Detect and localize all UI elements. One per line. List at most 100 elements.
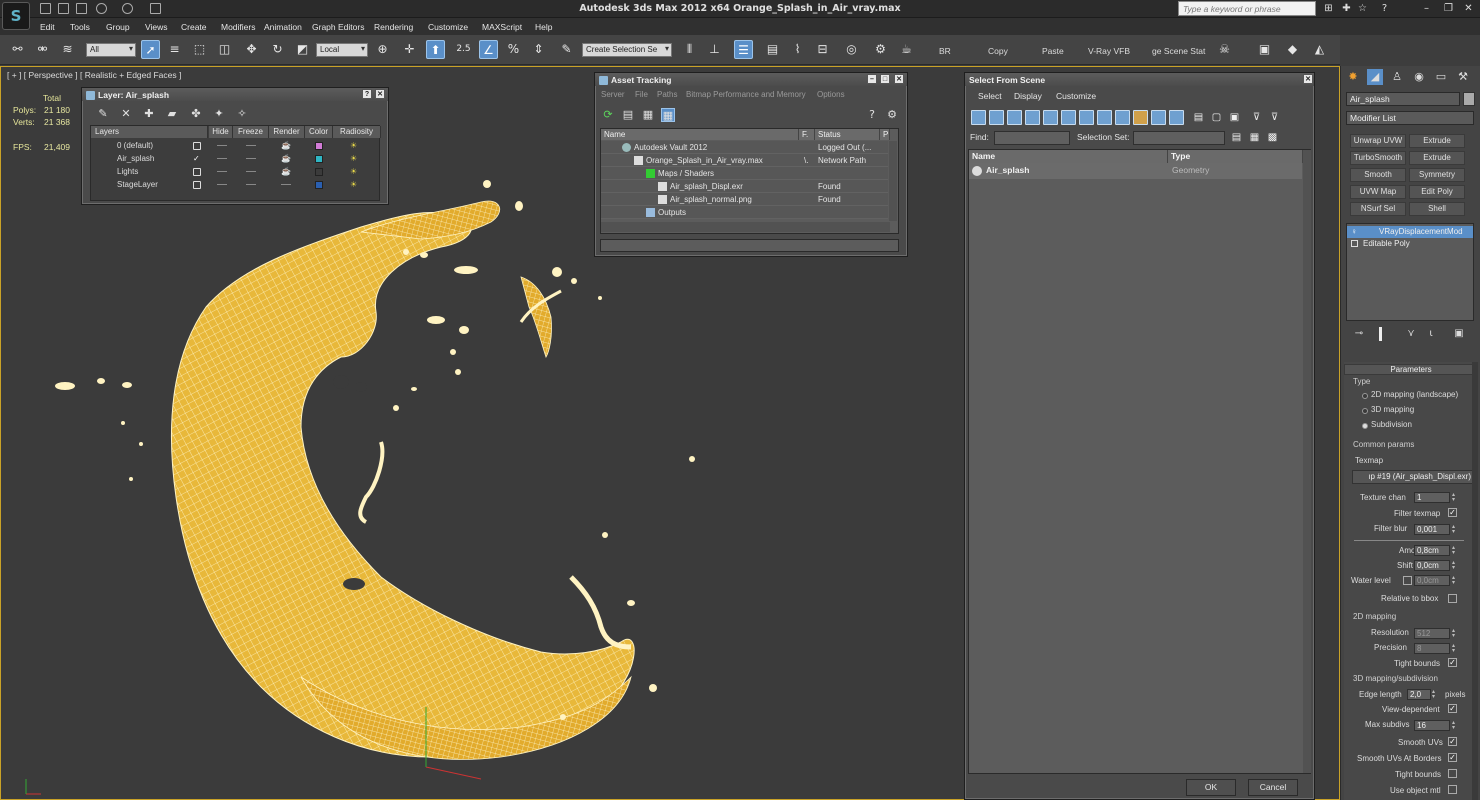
curve-editor-icon[interactable]: ⌇ — [788, 40, 807, 59]
filter-containers-icon[interactable] — [1133, 110, 1148, 125]
asset-minimize-button[interactable]: – — [867, 74, 877, 84]
resolution-spinner[interactable]: 512 — [1414, 628, 1450, 639]
parameters-rollout-header[interactable]: Parameters — [1344, 364, 1478, 375]
menu-animation[interactable]: Animation — [264, 22, 302, 32]
scale-icon[interactable]: ◩ — [293, 40, 312, 59]
filter-geometry-icon[interactable] — [971, 110, 986, 125]
relative-bbox-checkbox[interactable] — [1448, 594, 1457, 603]
search-input[interactable]: Type a keyword or phrase — [1178, 1, 1316, 16]
layer-manager-icon[interactable]: ☰ — [734, 40, 753, 59]
pin-stack-icon[interactable]: ⊸ — [1353, 327, 1365, 341]
smooth-uvs-borders-checkbox[interactable]: ✓ — [1448, 753, 1457, 762]
configure-sets-icon[interactable]: ▣ — [1453, 327, 1465, 341]
window-crossing-icon[interactable]: ◫ — [215, 40, 234, 59]
asset-row[interactable]: Air_splash_Displ.exr Found — [601, 180, 888, 193]
filter-texmap-checkbox[interactable]: ✓ — [1448, 508, 1457, 517]
asset-help-icon[interactable]: ? — [865, 108, 879, 122]
pivot-center-icon[interactable]: ⊕ — [373, 40, 392, 59]
filter-bones-icon[interactable] — [1115, 110, 1130, 125]
use-object-mtl-checkbox[interactable] — [1448, 785, 1457, 794]
hide-toggle[interactable] — [217, 171, 227, 172]
selection-filter-dropdown[interactable]: All — [86, 43, 136, 57]
expand-icon[interactable] — [1351, 240, 1358, 247]
resolution-arrows[interactable]: ▴ ▾ — [1452, 628, 1458, 639]
rotate-icon[interactable]: ↻ — [268, 40, 287, 59]
keyboard-shortcut-override-icon[interactable]: ⬆ — [426, 40, 445, 59]
asset-menu-server[interactable]: Server — [601, 90, 625, 99]
menu-tools[interactable]: Tools — [70, 22, 90, 32]
copy-button[interactable]: Copy — [988, 46, 1008, 56]
bulb-icon[interactable]: ♀ — [1351, 226, 1357, 238]
col-freeze[interactable]: Freeze — [233, 126, 269, 138]
texture-chan-spinner[interactable]: 1 — [1414, 492, 1450, 503]
maximize-button[interactable]: ❐ — [1442, 2, 1455, 15]
thumbnail-view-icon[interactable]: ▦ — [641, 108, 655, 122]
radio-subdivision-label[interactable]: Subdivision — [1371, 420, 1412, 429]
tight-bounds-checkbox[interactable]: ✓ — [1448, 658, 1457, 667]
asset-window-titlebar[interactable]: Asset Tracking – □ ✕ — [595, 73, 907, 86]
layer-row[interactable]: 0 (default) ☕ ☀ — [91, 139, 379, 152]
skull-script-icon[interactable]: ☠ — [1215, 40, 1234, 59]
command-panel-scrollbar[interactable] — [1472, 362, 1478, 800]
named-selection-sets-dropdown[interactable]: Create Selection Se — [582, 43, 672, 57]
move-icon[interactable]: ✥ — [242, 40, 261, 59]
asset-menu-paths[interactable]: Paths — [657, 90, 677, 99]
create-tab-icon[interactable]: ✸ — [1345, 69, 1361, 85]
show-end-result-icon[interactable] — [1379, 327, 1382, 341]
tight-bounds2-checkbox[interactable] — [1448, 769, 1457, 778]
render-teapot-icon[interactable]: ☕ — [281, 165, 291, 178]
max-subdivs-arrows[interactable]: ▴ ▾ — [1452, 720, 1458, 731]
select-all-icon[interactable]: ▤ — [1191, 110, 1206, 125]
edge-length-arrows[interactable]: ▴ ▾ — [1432, 689, 1438, 700]
asset-row[interactable]: Autodesk Vault 2012 Logged Out (... — [601, 141, 888, 154]
col-layers[interactable]: Layers — [91, 126, 208, 138]
table-view-icon[interactable]: ▦ — [661, 108, 675, 122]
camera-icon[interactable]: ◭ — [1310, 40, 1329, 59]
radiosity-bulb-icon[interactable]: ☀ — [350, 152, 357, 165]
layer-current-checkbox[interactable] — [193, 142, 201, 150]
selection-set-add-icon[interactable]: ▤ — [1229, 130, 1244, 145]
asset-menu-file[interactable]: File — [635, 90, 648, 99]
percent-snap-icon[interactable]: % — [504, 40, 523, 59]
close-button[interactable]: ✕ — [1462, 2, 1475, 15]
filter-blur-arrows[interactable]: ▴ ▾ — [1452, 524, 1458, 535]
select-by-name-icon[interactable]: ≡ — [165, 40, 184, 59]
schematic-view-icon[interactable]: ⊟ — [813, 40, 832, 59]
hide-all-layers-icon[interactable]: ✦ — [212, 107, 226, 121]
asset-menu-bitmap[interactable]: Bitmap Performance and Memory — [686, 90, 806, 99]
asset-menu-options[interactable]: Options — [817, 90, 845, 99]
texmap-button[interactable]: ıp #19 (Air_splash_Displ.exr) — [1352, 470, 1474, 484]
modify-tab-icon[interactable]: ◢ — [1367, 69, 1383, 85]
amount-arrows[interactable]: ▴ ▾ — [1452, 545, 1458, 556]
col-object-name[interactable]: Name — [969, 150, 1168, 163]
remove-modifier-icon[interactable]: ⍳ — [1425, 327, 1437, 341]
filter-hidden-icon[interactable] — [1169, 110, 1184, 125]
render-toggle[interactable] — [281, 184, 291, 185]
app-logo-icon[interactable]: S — [2, 2, 30, 30]
radiosity-bulb-icon[interactable]: ☀ — [350, 165, 357, 178]
cancel-button[interactable]: Cancel — [1248, 779, 1298, 796]
asset-row[interactable]: Orange_Splash_in_Air_vray.max \. Network… — [601, 154, 888, 167]
delete-layer-icon[interactable]: ✕ — [119, 107, 133, 121]
spinner-snap-icon[interactable]: ⇕ — [529, 40, 548, 59]
layer-current-checkbox[interactable] — [193, 181, 201, 189]
hide-toggle[interactable] — [217, 184, 227, 185]
filter-cameras-icon[interactable] — [1025, 110, 1040, 125]
asset-maximize-button[interactable]: □ — [880, 74, 890, 84]
radio-3d-mapping-label[interactable]: 3D mapping — [1371, 405, 1414, 414]
edit-named-selection-icon[interactable]: ✎ — [557, 40, 576, 59]
snaps-toggle-icon[interactable]: 2.5 — [454, 40, 473, 59]
radio-2d-mapping[interactable] — [1362, 393, 1368, 399]
menu-edit[interactable]: Edit — [40, 22, 55, 32]
menu-graph-editors[interactable]: Graph Editors — [312, 22, 364, 32]
menu-help[interactable]: Help — [535, 22, 552, 32]
menu-group[interactable]: Group — [106, 22, 130, 32]
render-setup-icon[interactable]: ⚙ — [871, 40, 890, 59]
filter-lights-icon[interactable] — [1007, 110, 1022, 125]
shift-arrows[interactable]: ▴ ▾ — [1452, 560, 1458, 571]
asset-row[interactable]: Air_splash_normal.png Found — [601, 193, 888, 206]
select-object-icon[interactable]: ➚ — [141, 40, 160, 59]
mod-button-edit-poly[interactable]: Edit Poly — [1409, 185, 1465, 199]
render-teapot-icon[interactable]: ☕ — [897, 40, 916, 59]
sfs-menu-customize[interactable]: Customize — [1056, 91, 1096, 101]
